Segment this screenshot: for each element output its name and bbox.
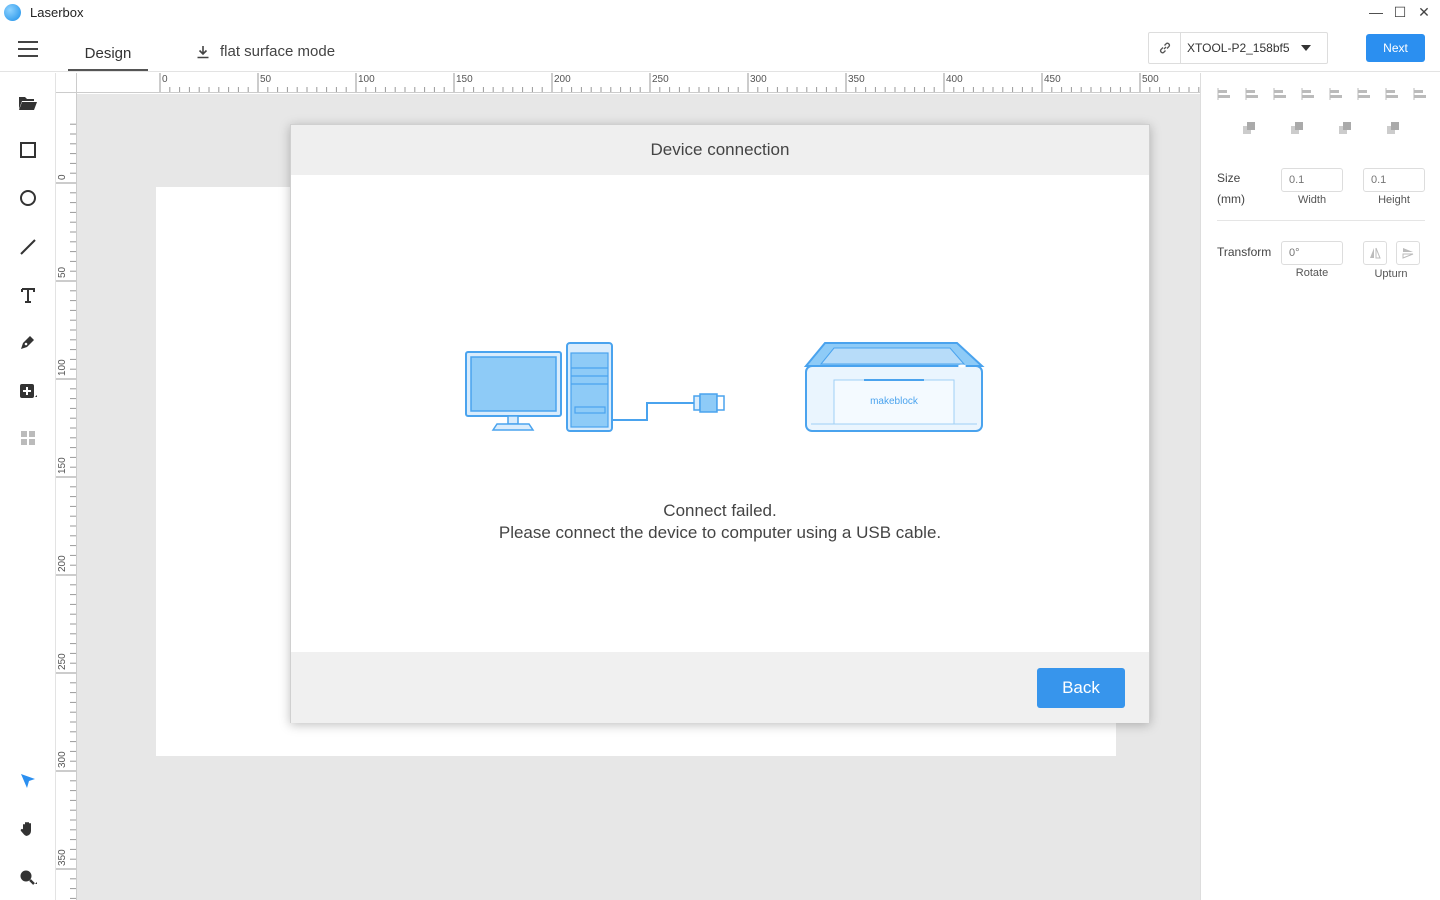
minimize-button[interactable]: — xyxy=(1366,3,1386,21)
upturn-caption: Upturn xyxy=(1374,268,1408,280)
dialog-title: Device connection xyxy=(291,125,1149,175)
ruler-left: 0 50 100 150 200 250 300 350 xyxy=(56,73,77,900)
ruler-label: 400 xyxy=(946,74,963,85)
ruler-label: 300 xyxy=(57,751,68,768)
align-bottom-icon[interactable] xyxy=(1357,87,1371,101)
pen-tool-icon[interactable] xyxy=(16,330,40,354)
zoom-icon[interactable] xyxy=(16,865,40,889)
chevron-down-icon xyxy=(1301,45,1311,51)
left-toolbar xyxy=(0,73,56,900)
ruler-label: 250 xyxy=(57,653,68,670)
ruler-label: 150 xyxy=(57,457,68,474)
ruler-label: 300 xyxy=(750,74,767,85)
ruler-top: 0 50 100 150 200 250 300 350 400 450 500 xyxy=(77,73,1200,93)
bring-forward-icon[interactable] xyxy=(1338,121,1352,135)
dialog-footer: Back xyxy=(291,652,1149,723)
ruler-label: 500 xyxy=(1142,74,1159,85)
device-name: XTOOL-P2_158bf5 xyxy=(1187,41,1290,55)
align-center-vertical-icon[interactable] xyxy=(1329,87,1343,101)
download-icon xyxy=(197,45,209,58)
size-label: Size xyxy=(1217,171,1241,185)
send-backward-icon[interactable] xyxy=(1386,121,1400,135)
align-center-horizontal-icon[interactable] xyxy=(1245,87,1259,101)
width-input[interactable] xyxy=(1281,168,1343,192)
ruler-label: 100 xyxy=(57,359,68,376)
ruler-label: 100 xyxy=(358,74,375,85)
distribute-vertical-icon[interactable] xyxy=(1413,87,1427,101)
properties-panel: Size (mm) Width Height Transform Rotate … xyxy=(1200,73,1440,900)
text-tool-icon[interactable] xyxy=(16,283,40,307)
distribute-horizontal-icon[interactable] xyxy=(1385,87,1399,101)
send-to-back-icon[interactable] xyxy=(1290,121,1304,135)
hamburger-menu-icon[interactable] xyxy=(18,41,38,57)
device-brand-label: makeblock xyxy=(870,396,919,407)
flip-horizontal-icon[interactable] xyxy=(1363,241,1387,265)
error-message-title: Connect failed. xyxy=(663,501,777,520)
error-message-detail: Please connect the device to computer us… xyxy=(498,523,942,542)
app-title: Laserbox xyxy=(30,5,84,20)
width-caption: Width xyxy=(1297,194,1327,206)
open-folder-icon[interactable] xyxy=(16,91,40,115)
device-connection-dialog: Device connection makeblock Connect fail… xyxy=(290,124,1150,723)
size-unit-label: (mm) xyxy=(1217,192,1245,206)
transform-label: Transform xyxy=(1217,245,1272,259)
flat-surface-mode-button[interactable]: flat surface mode xyxy=(196,43,335,60)
link-icon xyxy=(1149,33,1181,63)
panel-divider xyxy=(1217,220,1425,221)
ruler-label: 50 xyxy=(57,266,68,278)
rectangle-tool-icon[interactable] xyxy=(16,138,40,162)
ellipse-tool-icon[interactable] xyxy=(16,186,40,210)
flat-surface-mode-label: flat surface mode xyxy=(220,43,336,60)
select-pointer-icon[interactable] xyxy=(16,769,40,793)
align-right-icon[interactable] xyxy=(1273,87,1287,101)
bring-to-front-icon[interactable] xyxy=(1242,121,1256,135)
back-button[interactable]: Back xyxy=(1037,668,1125,708)
usb-cable-icon xyxy=(612,402,694,421)
computer-monitor-icon xyxy=(465,351,562,431)
dialog-body: makeblock Connect failed. Please connect… xyxy=(291,175,1149,652)
ruler-label: 150 xyxy=(456,74,473,85)
align-left-icon[interactable] xyxy=(1217,87,1231,101)
ruler-label: 350 xyxy=(57,849,68,866)
rotate-input[interactable] xyxy=(1281,241,1343,265)
hand-pan-icon[interactable] xyxy=(16,817,40,841)
height-caption: Height xyxy=(1378,194,1410,206)
rotate-caption: Rotate xyxy=(1295,267,1329,279)
ruler-label: 250 xyxy=(652,74,669,85)
next-button[interactable]: Next xyxy=(1366,34,1425,62)
height-input[interactable] xyxy=(1363,168,1425,192)
app-logo-icon xyxy=(4,4,21,21)
header-bar: Design flat surface mode XTOOL-P2_158bf5… xyxy=(0,24,1440,72)
laser-device-icon: makeblock xyxy=(803,342,985,432)
computer-to-device-illustration: makeblock xyxy=(465,342,985,432)
close-window-button[interactable]: ✕ xyxy=(1414,3,1434,21)
title-bar: Laserbox — ☐ ✕ xyxy=(0,0,1440,24)
ruler-label: 450 xyxy=(1044,74,1061,85)
maximize-button[interactable]: ☐ xyxy=(1390,3,1410,21)
usb-plug-icon xyxy=(693,393,725,413)
tab-design[interactable]: Design xyxy=(68,24,148,71)
add-shape-icon[interactable] xyxy=(16,379,40,403)
device-select[interactable]: XTOOL-P2_158bf5 xyxy=(1148,32,1328,64)
flip-vertical-icon[interactable] xyxy=(1396,241,1420,265)
computer-tower-icon xyxy=(566,342,613,432)
line-tool-icon[interactable] xyxy=(16,235,40,259)
ruler-label: 200 xyxy=(554,74,571,85)
ruler-label: 50 xyxy=(260,74,272,85)
ruler-label: 0 xyxy=(162,74,168,85)
ruler-corner xyxy=(56,73,77,93)
ruler-label: 350 xyxy=(848,74,865,85)
ruler-label: 200 xyxy=(57,555,68,572)
layout-grid-icon[interactable] xyxy=(16,426,40,450)
ruler-label: 0 xyxy=(57,174,68,180)
align-top-icon[interactable] xyxy=(1301,87,1315,101)
